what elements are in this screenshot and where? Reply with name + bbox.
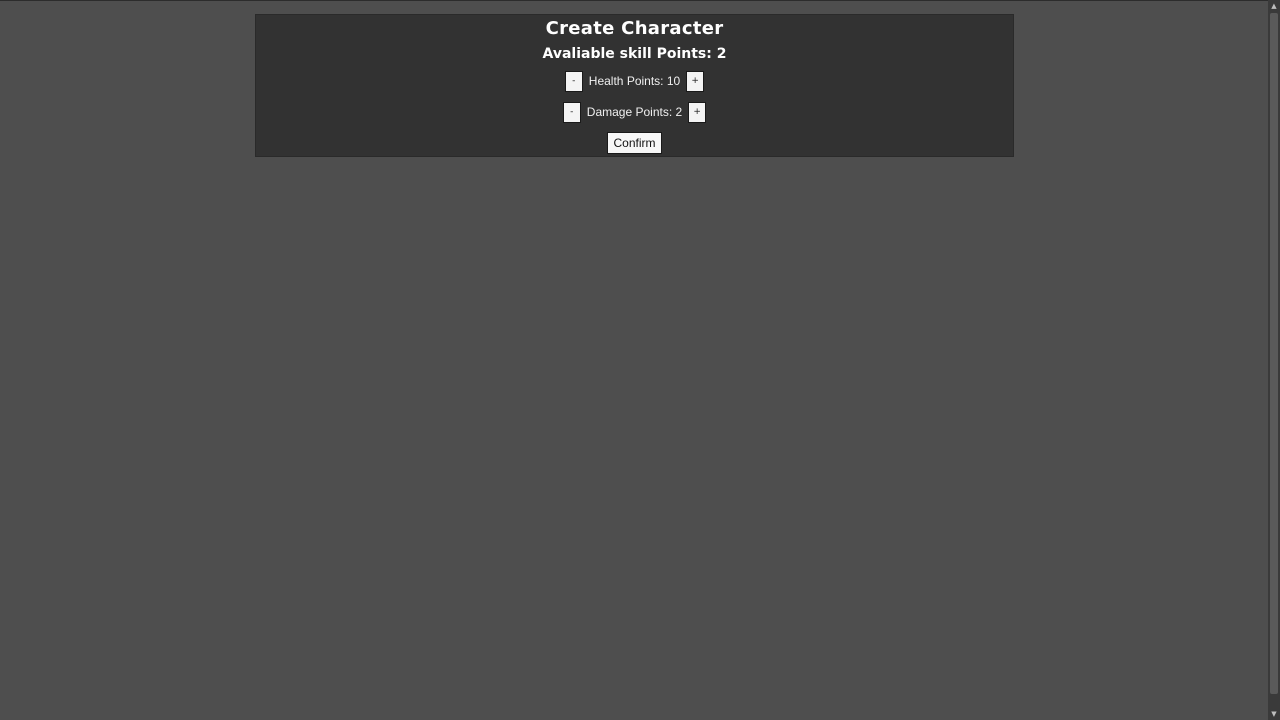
- confirm-button[interactable]: Confirm: [607, 132, 662, 154]
- scroll-up-icon[interactable]: ▲: [1268, 0, 1280, 12]
- page: Create Character Avaliable skill Points:…: [0, 0, 1280, 720]
- health-increment-button[interactable]: +: [686, 70, 705, 92]
- create-character-panel: Create Character Avaliable skill Points:…: [255, 14, 1014, 157]
- health-points-row: - Health Points: 10 +: [256, 70, 1013, 92]
- scroll-down-icon[interactable]: ▼: [1268, 708, 1280, 720]
- damage-points-row: - Damage Points: 2 +: [256, 101, 1013, 123]
- health-decrement-button[interactable]: -: [564, 70, 583, 92]
- top-border: [0, 0, 1268, 1]
- scrollbar-thumb[interactable]: [1270, 13, 1278, 694]
- damage-decrement-button[interactable]: -: [562, 101, 581, 123]
- health-points-label: Health Points: 10: [588, 74, 681, 88]
- damage-points-label: Damage Points: 2: [586, 105, 683, 119]
- damage-increment-button[interactable]: +: [688, 101, 707, 123]
- page-title: Create Character: [545, 18, 724, 39]
- available-skill-points: Avaliable skill Points: 2: [542, 46, 727, 62]
- vertical-scrollbar[interactable]: ▲ ▼: [1268, 0, 1280, 720]
